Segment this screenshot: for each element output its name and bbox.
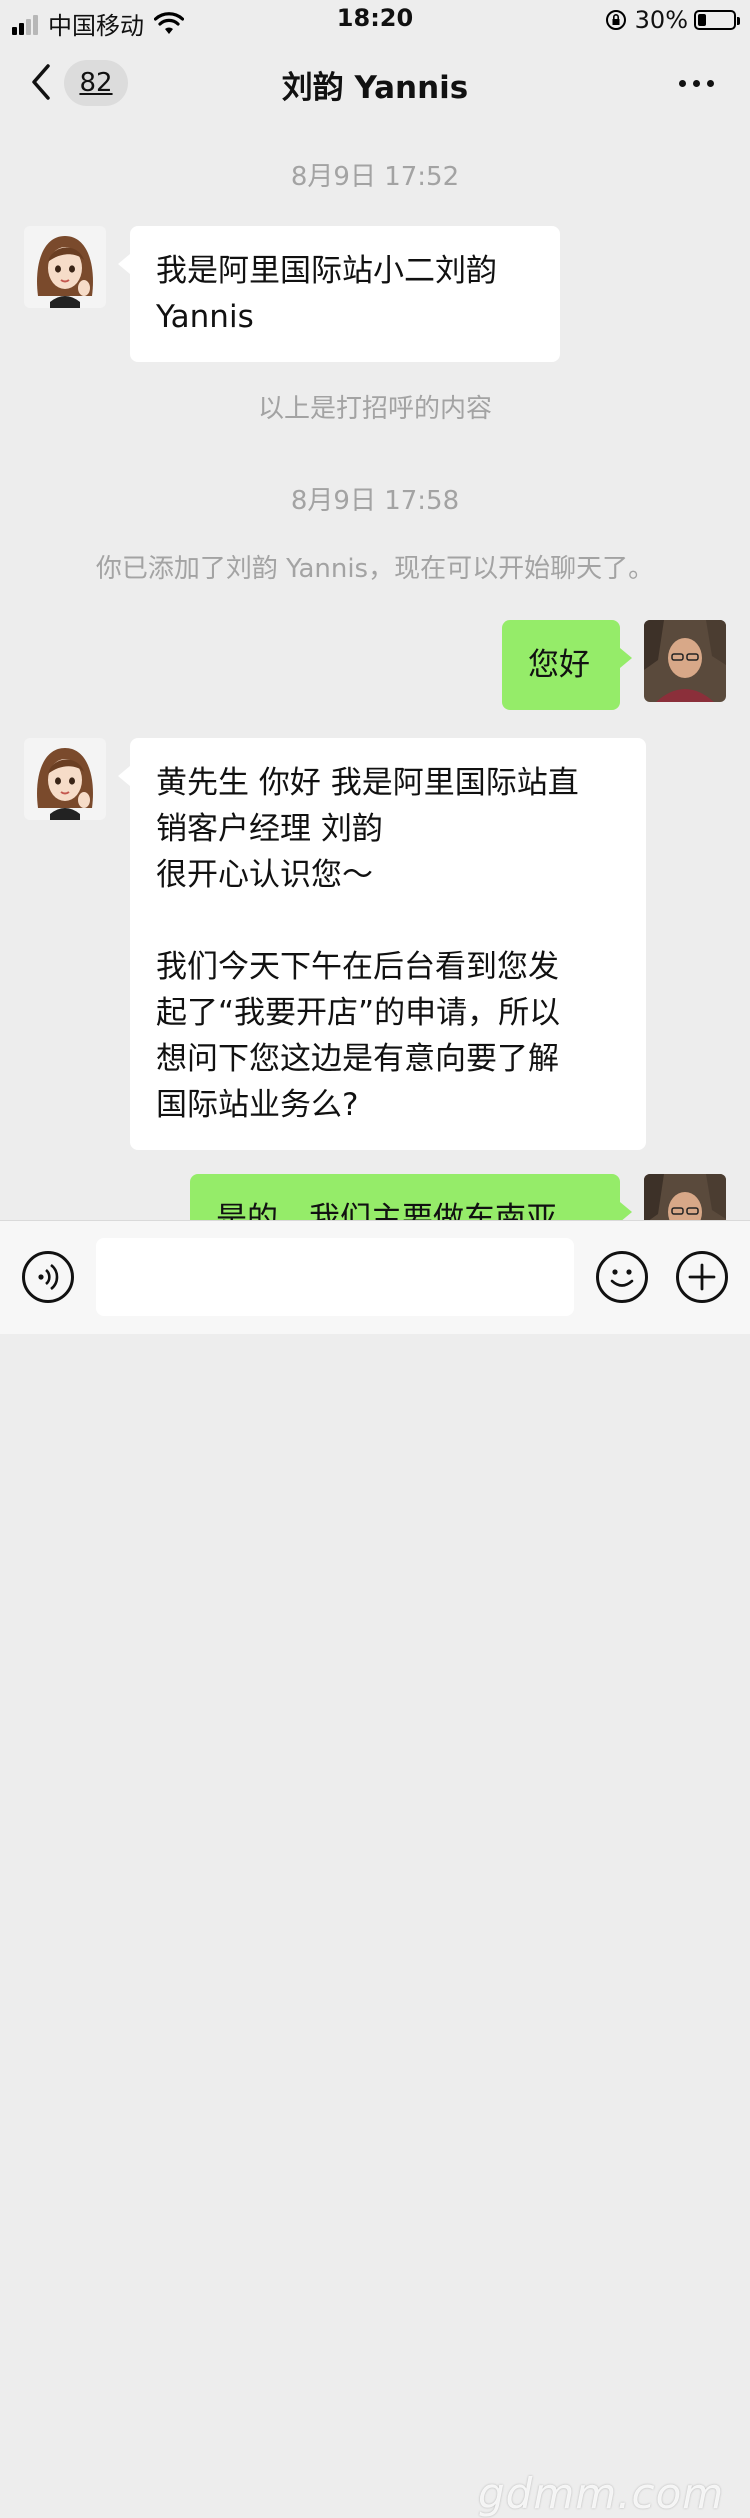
contact-avatar[interactable] xyxy=(24,738,106,820)
message-bubble-outgoing[interactable]: 您好 xyxy=(502,620,632,710)
chat-header: 82 刘韵 Yannis xyxy=(0,40,750,130)
chevron-left-icon[interactable] xyxy=(26,62,56,102)
unread-count-badge[interactable]: 82 xyxy=(64,60,128,106)
voice-icon xyxy=(38,1263,59,1291)
emoji-button[interactable] xyxy=(596,1251,648,1303)
cartoon-woman-avatar-icon xyxy=(24,226,106,308)
watermark: gdmm.com xyxy=(478,2469,725,2518)
user-photo-avatar-icon xyxy=(644,620,726,702)
cartoon-woman-avatar-icon xyxy=(24,738,106,820)
message-list[interactable]: 8月9日 17:52 我是阿里国际站小二刘韵 Yannis 以上是打招呼的内容 … xyxy=(0,130,750,1220)
more-dots-icon[interactable] xyxy=(672,80,714,87)
more-functions-button[interactable] xyxy=(676,1251,728,1303)
friend-added-notice: 你已添加了刘韵 Yannis，现在可以开始聊天了。 xyxy=(95,554,655,584)
message-bubble-incoming[interactable]: 我是阿里国际站小二刘韵 Yannis xyxy=(118,226,560,362)
my-avatar[interactable] xyxy=(644,620,726,702)
battery-percent: 30% xyxy=(634,6,688,34)
contact-avatar[interactable] xyxy=(24,226,106,308)
user-photo-avatar-icon xyxy=(644,1174,726,1220)
message-bubble-incoming[interactable]: 黄先生 你好 我是阿里国际站直 销客户经理 刘韵 很开心认识您～ 我们今天下午在… xyxy=(118,738,646,1150)
emoji-icon xyxy=(610,1269,634,1287)
plus-icon xyxy=(688,1263,716,1291)
status-right: 30% xyxy=(605,6,740,34)
message-bubble-outgoing[interactable]: 是的，我们主要做东南亚 xyxy=(190,1174,632,1220)
status-bar: 中国移动 18:20 30% xyxy=(0,0,750,40)
timestamp: 8月9日 17:58 xyxy=(290,486,460,516)
rotation-lock-icon xyxy=(605,10,626,30)
my-avatar[interactable] xyxy=(644,1174,726,1220)
battery-icon xyxy=(694,10,740,30)
timestamp: 8月9日 17:52 xyxy=(290,162,460,192)
input-bar: gdmm.com xyxy=(0,1220,750,2518)
voice-button[interactable] xyxy=(22,1251,74,1303)
system-note: 以上是打招呼的内容 xyxy=(257,394,492,424)
chat-title: 刘韵 Yannis xyxy=(281,70,469,106)
message-input[interactable] xyxy=(96,1238,574,1316)
